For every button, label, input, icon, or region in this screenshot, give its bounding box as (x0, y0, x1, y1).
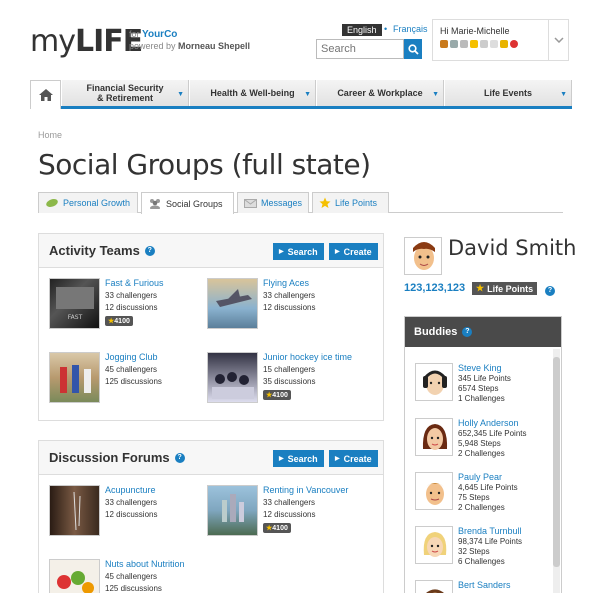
section-tabs: Personal Growth Social Groups Messages L… (38, 192, 563, 214)
play-icon: ▶ (279, 456, 284, 462)
nav-life-events[interactable]: Life Events ▼ (444, 80, 572, 106)
buddies-panel: Buddies? Steve King 345 Life Points 6574… (404, 316, 562, 593)
buddies-header: Buddies? (405, 317, 561, 347)
play-icon: ▶ (279, 249, 284, 255)
chevron-down-icon: ▼ (432, 91, 439, 98)
power-icon[interactable] (510, 40, 518, 48)
nav-financial-security[interactable]: Financial Security & Retirement ▼ (61, 80, 189, 106)
help-icon[interactable]: ? (462, 327, 473, 337)
user-status-icons (440, 40, 518, 48)
forum-thumbnail[interactable] (49, 485, 100, 536)
play-icon: ▶ (335, 249, 340, 255)
user-greeting: Hi Marie-Michelle (440, 26, 510, 36)
panel-title: Activity Teams? (49, 243, 155, 258)
star-icon[interactable] (470, 40, 478, 48)
site-header: myLIFE for YourCo powered by Morneau She… (0, 0, 600, 80)
search-input[interactable] (316, 39, 404, 59)
person-icon[interactable] (480, 40, 488, 48)
buddies-scrollbar[interactable] (553, 349, 560, 593)
language-english[interactable]: English (342, 24, 382, 36)
avatar-face-icon (426, 483, 444, 505)
panel-header: Discussion Forums? ▶ Search ▶ Create (39, 441, 383, 475)
search-button[interactable] (404, 39, 422, 59)
help-icon[interactable]: ? (144, 245, 155, 256)
buddy-avatar[interactable] (415, 526, 453, 564)
mail-icon[interactable] (460, 40, 468, 48)
search-teams-button[interactable]: ▶ Search (273, 243, 324, 260)
user-menu[interactable]: Hi Marie-Michelle (432, 19, 569, 61)
activity-teams-panel: Activity Teams? ▶ Search ▶ Create FAST Fas… (38, 233, 384, 421)
profile-name: David Smith (448, 236, 577, 260)
avatar-face-icon (423, 370, 447, 395)
discussion-forums-panel: Discussion Forums? ▶ Search ▶ Create Acupu… (38, 440, 384, 593)
life-points-badge[interactable]: ★ Life Points (472, 282, 538, 295)
tab-social-groups[interactable]: Social Groups (141, 192, 234, 214)
leaf-icon (46, 199, 58, 207)
for-company: for YourCo (129, 29, 178, 40)
forum-thumbnail[interactable] (49, 559, 100, 593)
profile-avatar[interactable] (404, 237, 442, 275)
avatar-face-icon (413, 242, 435, 270)
chevron-down-icon (553, 37, 564, 43)
chevron-down-icon: ▼ (560, 91, 567, 98)
star-icon: ★ (476, 283, 485, 293)
nav-health-wellbeing[interactable]: Health & Well-being ▼ (189, 80, 316, 106)
tab-personal-growth[interactable]: Personal Growth (38, 192, 138, 213)
team-thumbnail[interactable] (207, 278, 258, 329)
points-badge: ★4100 (263, 523, 291, 533)
create-team-button[interactable]: ▶ Create (329, 243, 378, 260)
buddy-icon[interactable] (440, 40, 448, 48)
scrollbar-thumb[interactable] (553, 357, 560, 567)
page-title: Social Groups (full state) (38, 148, 371, 181)
document-icon[interactable] (490, 40, 498, 48)
mylife-logo[interactable]: myLIFE (30, 24, 143, 59)
panel-header: Activity Teams? ▶ Search ▶ Create (39, 234, 383, 268)
star-icon (319, 197, 331, 208)
forum-thumbnail[interactable] (207, 485, 258, 536)
help-icon[interactable]: ? (174, 452, 185, 463)
life-points-value: 123,123,123 (404, 282, 466, 294)
life-points-help[interactable]: ? (545, 283, 555, 296)
powered-by: powered by Morneau Shepell (129, 41, 251, 51)
tab-life-points[interactable]: Life Points (312, 192, 389, 213)
group-icon (150, 199, 160, 209)
search-forums-button[interactable]: ▶ Search (273, 450, 324, 467)
points-badge: ★4100 (105, 316, 133, 326)
tab-messages[interactable]: Messages (237, 192, 309, 213)
avatar-face-icon (422, 424, 448, 450)
search-icon (407, 43, 419, 55)
play-icon: ▶ (335, 456, 340, 462)
team-thumbnail[interactable] (49, 352, 100, 403)
chevron-down-icon: ▼ (177, 91, 184, 98)
home-icon (38, 89, 53, 101)
language-separator: • (384, 24, 388, 34)
buddy-avatar[interactable] (415, 580, 453, 593)
avatar-face-icon (426, 589, 444, 593)
language-francais[interactable]: Français (393, 24, 428, 34)
group-icon[interactable] (450, 40, 458, 48)
buddy-avatar[interactable] (415, 363, 453, 401)
create-forum-button[interactable]: ▶ Create (329, 450, 378, 467)
team-thumbnail[interactable]: FAST (49, 278, 100, 329)
help-icon: ? (545, 286, 555, 296)
points-badge: ★4100 (263, 390, 291, 400)
buddy-avatar[interactable] (415, 472, 453, 510)
svg-text:FAST: FAST (68, 314, 83, 321)
panel-title: Discussion Forums? (49, 450, 185, 465)
buddy-avatar[interactable] (415, 418, 453, 456)
nav-career-workplace[interactable]: Career & Workplace ▼ (316, 80, 444, 106)
chevron-down-icon: ▼ (304, 91, 311, 98)
nav-home[interactable] (30, 80, 61, 109)
key-icon[interactable] (500, 40, 508, 48)
main-nav: Financial Security & Retirement ▼ Health … (30, 80, 572, 109)
avatar-face-icon (423, 532, 447, 557)
mail-icon (244, 198, 257, 208)
user-dropdown[interactable] (548, 20, 568, 60)
breadcrumb[interactable]: Home (38, 130, 62, 140)
team-thumbnail[interactable] (207, 352, 258, 403)
